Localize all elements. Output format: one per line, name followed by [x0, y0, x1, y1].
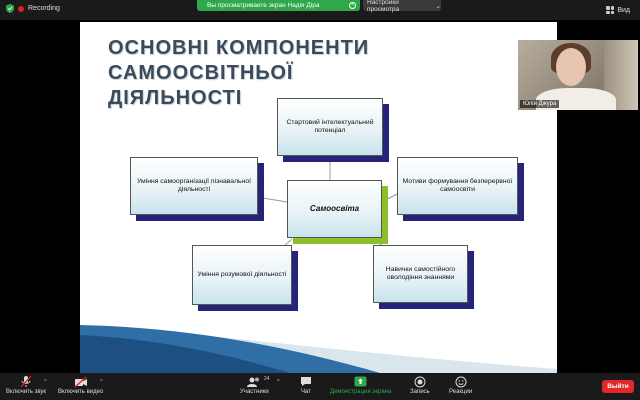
slide-wave-decoration	[80, 325, 557, 373]
audio-options-chevron-icon[interactable]: ^	[44, 379, 47, 385]
shared-slide: ОСНОВНІ КОМПОНЕНТИ САМООСВІТНЬОЇ ДІЯЛЬНО…	[80, 22, 557, 373]
top-bar: Recording Вы просматриваете экран Надія …	[0, 0, 640, 20]
unmute-button[interactable]: Включить звук	[6, 375, 46, 395]
node-independent-learning-text: Навички самостійного оволодіння знаннями	[385, 265, 456, 281]
participant-name: Юлія Джура	[520, 100, 560, 108]
participants-icon	[247, 375, 261, 388]
meeting-toolbar: Включить звук ^ Включить видео ^ Участни…	[0, 373, 640, 400]
chat-button[interactable]: Чат	[299, 375, 313, 395]
view-label: Вид	[617, 6, 630, 14]
chat-label: Чат	[301, 389, 311, 395]
share-screen-button[interactable]: Демонстрация экрана	[330, 375, 391, 395]
node-independent-learning: Навички самостійного оволодіння знаннями	[373, 245, 468, 303]
view-settings-button[interactable]: Настройки просмотра ⌄	[363, 0, 441, 13]
chat-icon	[299, 375, 313, 388]
share-screen-icon	[354, 375, 368, 388]
participants-options-chevron-icon[interactable]: ^	[277, 379, 280, 385]
chevron-down-icon: ⌄	[435, 2, 441, 10]
view-settings-label: Настройки просмотра	[367, 0, 400, 13]
share-banner-text: Вы просматриваете экран Надія Діра	[207, 2, 320, 9]
participant-face	[556, 48, 586, 86]
node-motives-text: Мотиви формування безперервної самоосвіт…	[402, 177, 513, 193]
node-motives: Мотиви формування безперервної самоосвіт…	[397, 157, 518, 215]
node-self-organization-text: Уміння самоорганізації пізнавальної діял…	[137, 177, 251, 193]
node-start-potential-text: Стартовий інтелектуальний потенціал	[286, 118, 374, 134]
microphone-muted-icon	[19, 375, 33, 388]
view-button[interactable]: Вид	[606, 6, 630, 14]
node-mental-skills-text: Уміння розумової діяльності	[197, 270, 287, 278]
camera-off-icon	[74, 375, 88, 388]
recording-label: Recording	[28, 5, 60, 12]
node-self-education-text: Самоосвіта	[309, 203, 360, 213]
node-self-education: Самоосвіта	[287, 180, 382, 238]
recording-indicator: Recording	[6, 4, 60, 13]
record-icon	[413, 375, 427, 388]
start-video-label: Включить видео	[58, 389, 104, 395]
share-screen-label: Демонстрация экрана	[330, 389, 392, 395]
reactions-button[interactable]: Реакции	[449, 375, 472, 395]
node-start-potential: Стартовий інтелектуальний потенціал	[277, 98, 383, 156]
record-button[interactable]: Запись	[410, 375, 430, 395]
unmute-label: Включить звук	[6, 389, 47, 395]
leave-meeting-button[interactable]: Выйти	[602, 380, 634, 393]
participant-video-tile[interactable]: Юлія Джура	[518, 40, 638, 110]
smiley-icon	[454, 375, 468, 388]
participants-label: Участники	[240, 389, 269, 395]
video-options-chevron-icon[interactable]: ^	[100, 379, 103, 385]
shield-icon[interactable]	[6, 4, 14, 13]
node-self-organization: Уміння самоорганізації пізнавальної діял…	[130, 157, 258, 215]
recording-dot-icon	[18, 5, 24, 12]
screen-share-banner: Вы просматриваете экран Надія Діра ×	[197, 0, 360, 11]
node-mental-skills: Уміння розумової діяльності	[192, 245, 292, 305]
close-icon[interactable]: ×	[349, 2, 356, 9]
reactions-label: Реакции	[449, 389, 473, 395]
grid-icon	[606, 6, 615, 14]
participants-count: 24	[264, 376, 270, 382]
start-video-button[interactable]: Включить видео	[58, 375, 103, 395]
leave-meeting-label: Выйти	[607, 383, 629, 390]
record-label: Запись	[410, 389, 430, 395]
